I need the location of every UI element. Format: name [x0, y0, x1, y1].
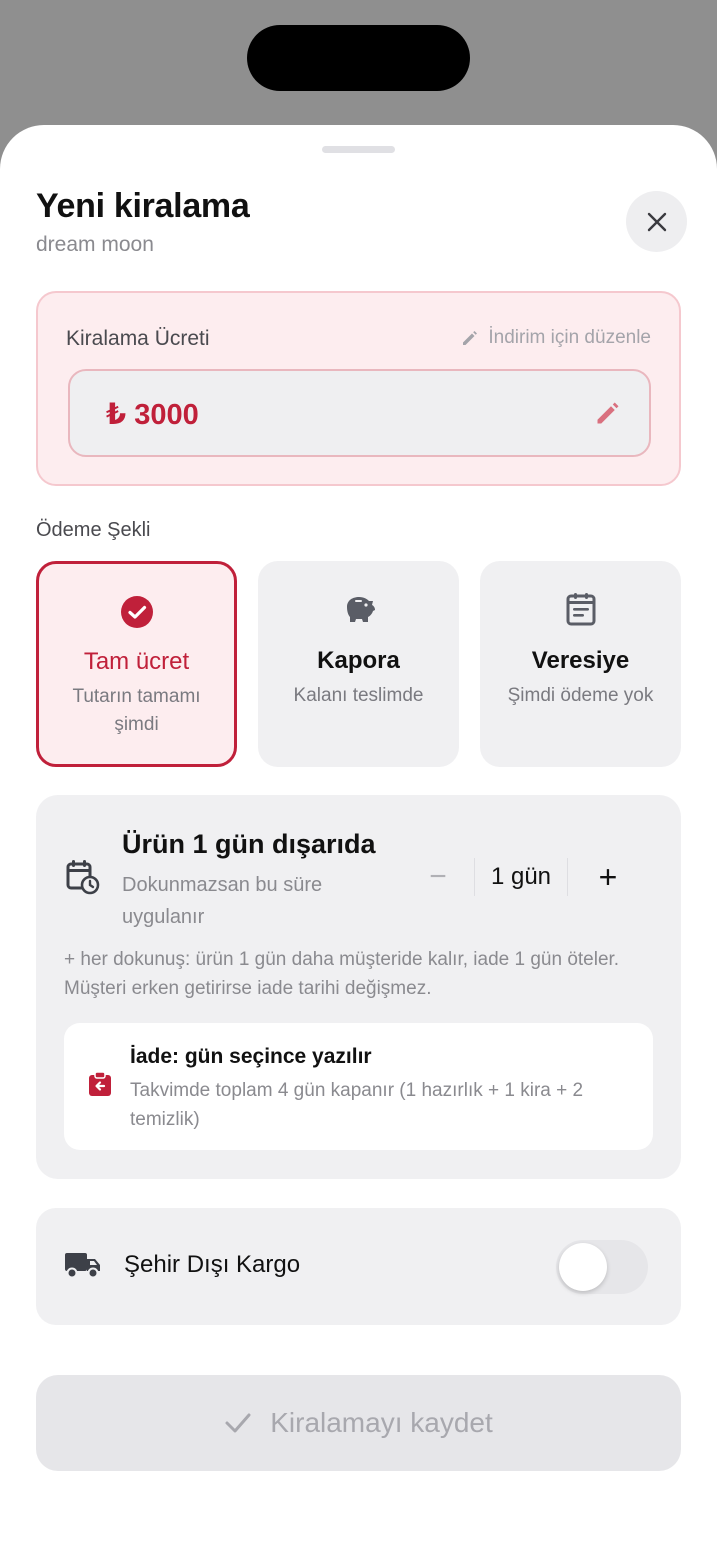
return-info-box: İade: gün seçince yazılır Takvimde topla…: [64, 1023, 653, 1150]
piggy-bank-icon: [346, 597, 375, 622]
check-circle-icon: [120, 596, 153, 628]
discount-edit-link[interactable]: İndirim için düzenle: [460, 327, 651, 349]
intercity-cargo-card: Şehir Dışı Kargo: [36, 1208, 681, 1325]
bottom-sheet: Yeni kiralama dream moon Kiralama Ücreti…: [0, 125, 717, 1560]
duration-subtitle: Dokunmazsan bu süre uygulanır: [122, 874, 323, 928]
page-title: Yeni kiralama: [36, 187, 250, 225]
rental-fee-label: Kiralama Ücreti: [66, 327, 210, 350]
duration-title: Ürün 1 gün dışarıda: [122, 829, 376, 859]
intercity-cargo-toggle[interactable]: [556, 1240, 648, 1294]
payment-option-desc: Tutarın tamamı şimdi: [72, 686, 201, 735]
payment-option-deposit[interactable]: Kapora Kalanı teslimde: [258, 561, 459, 767]
pencil-icon: [597, 402, 619, 424]
intercity-cargo-label: Şehir Dışı Kargo: [124, 1251, 301, 1278]
decrease-button[interactable]: −: [416, 857, 460, 897]
rental-fee-card: Kiralama Ücreti İndirim için düzenle ₺ 3…: [36, 291, 681, 486]
payment-option-full[interactable]: Tam ücret Tutarın tamamı şimdi: [36, 561, 237, 767]
truck-icon: [65, 1253, 100, 1279]
notepad-icon: [566, 593, 595, 626]
rental-duration-card: Ürün 1 gün dışarıda Dokunmazsan bu süre …: [36, 795, 681, 1179]
payment-option-title: Kapora: [317, 647, 400, 674]
sheet-grabber[interactable]: [322, 146, 395, 153]
return-title: İade: gün seçince yazılır: [130, 1045, 372, 1068]
duration-note: + her dokunuş: ürün 1 gün daha müşteride…: [64, 949, 620, 999]
pencil-icon: [463, 331, 478, 345]
dynamic-island: [247, 25, 470, 91]
payment-option-title: Veresiye: [531, 647, 630, 674]
payment-option-title: Tam ücret: [83, 648, 190, 675]
increase-button[interactable]: +: [568, 857, 648, 897]
close-icon: [647, 212, 666, 231]
save-rental-label: Kiralamayı kaydet: [270, 1407, 493, 1438]
rental-fee-value: ₺ 3000: [106, 399, 199, 431]
close-button[interactable]: [626, 191, 687, 252]
payment-option-credit[interactable]: Veresiye Şimdi ödeme yok: [480, 561, 681, 767]
payment-type-label: Ödeme Şekli: [36, 519, 151, 541]
discount-edit-label: İndirim için düzenle: [488, 327, 651, 348]
payment-option-desc: Kalanı teslimde: [293, 685, 424, 706]
save-rental-button[interactable]: Kiralamayı kaydet: [36, 1375, 681, 1471]
toggle-knob: [559, 1243, 607, 1291]
calendar-clock-icon: [66, 860, 100, 895]
return-subtitle: Takvimde toplam 4 gün kapanır (1 hazırlı…: [130, 1080, 584, 1130]
payment-option-desc: Şimdi ödeme yok: [507, 685, 654, 706]
duration-stepper: − 1 gün +: [416, 857, 648, 897]
rental-fee-input[interactable]: ₺ 3000: [68, 369, 651, 457]
page-subtitle: dream moon: [36, 233, 154, 256]
return-clipboard-icon: [89, 1071, 111, 1096]
checkmark-icon: [225, 1413, 251, 1433]
duration-value: 1 gün: [490, 863, 552, 890]
